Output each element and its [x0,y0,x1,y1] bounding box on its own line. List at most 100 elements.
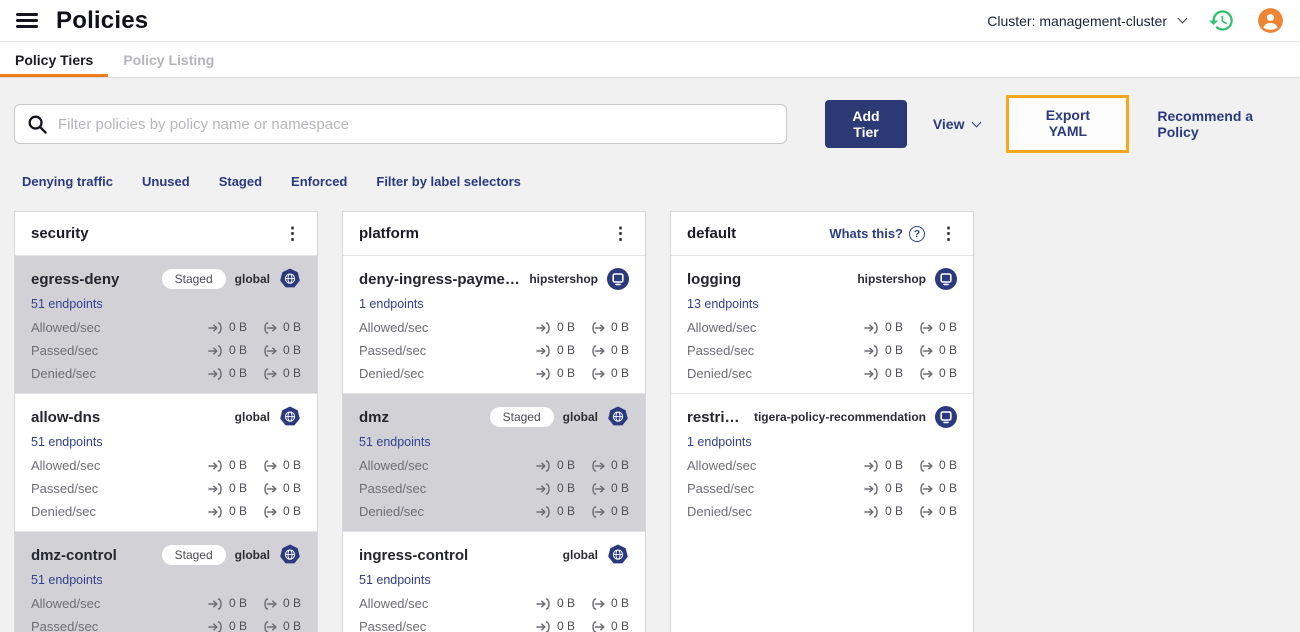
bytes-in-icon [536,482,550,495]
stat-label: Passed/sec [687,343,755,358]
endpoints-link[interactable]: 13 endpoints [687,297,759,311]
bytes-in-icon [864,321,878,334]
stat-in-value: 0 B [228,596,247,610]
endpoints-link[interactable]: 51 endpoints [359,573,431,587]
add-tier-button[interactable]: Add Tier [825,100,907,148]
bytes-in-stat: 0 B [864,365,903,382]
bytes-out-stat: 0 B [262,319,301,336]
policy-name: allow-dns [31,408,101,426]
stat-out-value: 0 B [610,596,629,610]
stat-row: Passed/sec 0 B 0 B [31,480,301,497]
stat-in-value: 0 B [228,481,247,495]
tier-menu-button[interactable]: ⋮ [284,225,301,242]
bytes-out-stat: 0 B [262,503,301,520]
bytes-out-stat: 0 B [590,595,629,612]
stat-row: Allowed/sec 0 B 0 B [31,319,301,336]
endpoints-link[interactable]: 51 endpoints [31,435,103,449]
endpoints-link[interactable]: 51 endpoints [31,573,103,587]
policy-card[interactable]: dmz-control Staged global 51 endpoints A… [15,531,317,632]
bytes-in-stat: 0 B [864,342,903,359]
bytes-in-stat: 0 B [864,457,903,474]
history-icon[interactable] [1208,7,1235,34]
bytes-out-stat: 0 B [918,319,957,336]
cluster-selector-label: Cluster: management-cluster [987,12,1167,29]
tier-column: default Whats this? ? ⋮ logging hipsters… [670,211,974,632]
stat-label: Allowed/sec [359,320,429,335]
export-yaml-button[interactable]: Export YAML [1028,107,1107,139]
filter-unused[interactable]: Unused [142,174,190,189]
stat-out-value: 0 B [938,320,957,334]
stat-out-value: 0 B [282,343,301,357]
policy-card[interactable]: restricted tigera-policy-recommendation … [671,393,973,531]
tiers-row: security ⋮ egress-deny Staged global 51 … [14,211,1286,632]
policy-card[interactable]: logging hipstershop 13 endpoints Allowed… [671,256,973,393]
policy-card[interactable]: ingress-control global 51 endpoints Allo… [343,531,645,632]
tier-column: platform ⋮ deny-ingress-paymentservi... … [342,211,646,632]
hamburger-menu-icon[interactable] [16,13,38,28]
tab-policy-listing[interactable]: Policy Listing [108,42,229,77]
tier-header: platform ⋮ [343,212,645,256]
bytes-out-stat: 0 B [590,365,629,382]
stat-rows: Allowed/sec 0 B 0 B Passed/sec 0 B 0 B [31,319,301,382]
tier-cards: deny-ingress-paymentservi... hipstershop… [343,256,645,632]
global-scope-icon [279,544,301,566]
bytes-in-stat: 0 B [536,618,575,632]
recommend-policy-link[interactable]: Recommend a Policy [1157,108,1286,140]
tier-name: security [31,225,89,242]
policy-card[interactable]: deny-ingress-paymentservi... hipstershop… [343,256,645,393]
stat-out-value: 0 B [282,596,301,610]
tier-menu-button[interactable]: ⋮ [940,225,957,242]
stat-label: Denied/sec [31,366,97,381]
endpoints-link[interactable]: 51 endpoints [31,297,103,311]
stat-label: Allowed/sec [687,458,757,473]
stat-row: Allowed/sec 0 B 0 B [359,595,629,612]
policy-name: egress-deny [31,270,120,288]
cluster-selector[interactable]: Cluster: management-cluster [987,12,1188,29]
view-dropdown-button[interactable]: View [933,116,982,132]
policy-card[interactable]: allow-dns global 51 endpoints Allowed/se… [15,393,317,531]
stat-out-value: 0 B [282,481,301,495]
stat-label: Passed/sec [31,343,99,358]
filter-enforced[interactable]: Enforced [291,174,347,189]
tab-policy-tiers[interactable]: Policy Tiers [0,42,109,77]
stat-out-value: 0 B [610,458,629,472]
stat-in-value: 0 B [556,481,575,495]
bytes-in-icon [864,344,878,357]
stat-out-value: 0 B [610,481,629,495]
filter-staged[interactable]: Staged [219,174,262,189]
policy-name: ingress-control [359,546,469,564]
bytes-out-icon [264,459,277,472]
stat-out-value: 0 B [282,458,301,472]
stat-out-value: 0 B [938,504,957,518]
bytes-out-stat: 0 B [590,457,629,474]
stat-rows: Allowed/sec 0 B 0 B Passed/sec 0 B 0 B [31,457,301,520]
policy-card[interactable]: egress-deny Staged global 51 endpoints A… [15,256,317,393]
endpoints-link[interactable]: 51 endpoints [359,435,431,449]
bytes-in-icon [208,620,222,632]
stat-label: Allowed/sec [31,458,101,473]
bytes-out-stat: 0 B [590,480,629,497]
stat-row: Passed/sec 0 B 0 B [359,480,629,497]
search-input[interactable] [58,115,775,133]
bytes-in-stat: 0 B [208,365,247,382]
namespace-scope-icon [935,268,957,290]
stat-in-value: 0 B [556,320,575,334]
endpoints-link[interactable]: 1 endpoints [359,297,424,311]
staged-badge: Staged [489,407,554,427]
whats-this-link[interactable]: Whats this? ? [829,225,925,242]
tab-bar: Policy Tiers Policy Listing [0,42,1300,78]
bytes-out-icon [592,321,605,334]
user-avatar[interactable] [1257,7,1284,34]
policy-card[interactable]: dmz Staged global 51 endpoints Allowed/s… [343,393,645,531]
bytes-in-icon [208,367,222,380]
policy-scope-label: hipstershop [857,272,926,286]
stat-row: Denied/sec 0 B 0 B [359,503,629,520]
bytes-out-stat: 0 B [590,319,629,336]
namespace-scope-icon [607,268,629,290]
filter-label-selectors[interactable]: Filter by label selectors [376,174,521,189]
tier-menu-button[interactable]: ⋮ [612,225,629,242]
endpoints-link[interactable]: 1 endpoints [687,435,752,449]
filter-denying-traffic[interactable]: Denying traffic [22,174,113,189]
bytes-out-icon [264,367,277,380]
stat-in-value: 0 B [556,504,575,518]
